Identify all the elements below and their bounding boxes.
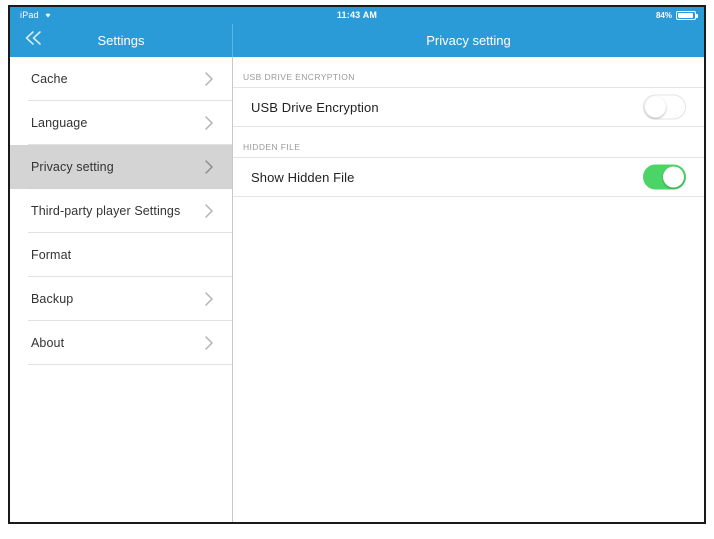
chevron-right-icon [204, 203, 214, 219]
section-header-hidden-file: HIDDEN FILE [233, 127, 704, 157]
sidebar-item-label: Format [31, 248, 72, 262]
usb-drive-encryption-toggle[interactable] [643, 94, 686, 120]
device-screen: iPad 11:43 AM 84% Settings Privacy setti… [8, 5, 706, 524]
row-label: Show Hidden File [251, 169, 355, 185]
settings-panel-title: Settings [97, 33, 145, 48]
navigation-bar: Settings Privacy setting [10, 24, 704, 57]
battery-percent-label: 84% [655, 11, 672, 20]
privacy-setting-detail-panel: USB DRIVE ENCRYPTION USB Drive Encryptio… [233, 57, 704, 522]
page-title: Privacy setting [426, 33, 511, 48]
sidebar-item-format[interactable]: Format [10, 233, 232, 277]
content-area: Cache Language Privacy setting Third-par… [10, 57, 704, 522]
sidebar-item-backup[interactable]: Backup [10, 277, 232, 321]
toggle-knob [663, 166, 684, 188]
row-label: USB Drive Encryption [251, 99, 379, 115]
sidebar-item-label: Privacy setting [31, 160, 114, 174]
row-show-hidden-file[interactable]: Show Hidden File [233, 157, 704, 197]
chevron-right-icon [204, 115, 214, 131]
navigation-bar-left: Settings [10, 24, 233, 57]
sidebar-item-privacy-setting[interactable]: Privacy setting [10, 145, 232, 189]
settings-sidebar: Cache Language Privacy setting Third-par… [10, 57, 233, 522]
sidebar-item-cache[interactable]: Cache [10, 57, 232, 101]
status-bar-clock: 11:43 AM [336, 10, 378, 20]
section-header-usb-drive-encryption: USB DRIVE ENCRYPTION [233, 57, 704, 87]
show-hidden-file-toggle[interactable] [643, 164, 686, 190]
chevron-right-icon [204, 71, 214, 87]
chevron-right-icon [204, 335, 214, 351]
battery-icon [676, 11, 698, 20]
chevron-right-icon [204, 291, 214, 307]
sidebar-item-label: About [31, 336, 65, 350]
sidebar-item-label: Cache [31, 72, 68, 86]
sidebar-item-third-party-player-settings[interactable]: Third-party player Settings [10, 189, 232, 233]
status-bar-right: 84% [655, 7, 698, 24]
sidebar-item-label: Language [31, 116, 88, 130]
toggle-knob [645, 96, 666, 118]
chevron-right-icon [204, 159, 214, 175]
row-usb-drive-encryption[interactable]: USB Drive Encryption [233, 87, 704, 127]
sidebar-item-about[interactable]: About [10, 321, 232, 365]
status-bar: iPad 11:43 AM 84% [10, 7, 704, 24]
sidebar-item-label: Third-party player Settings [31, 204, 181, 218]
sidebar-item-label: Backup [31, 292, 74, 306]
sidebar-item-language[interactable]: Language [10, 101, 232, 145]
